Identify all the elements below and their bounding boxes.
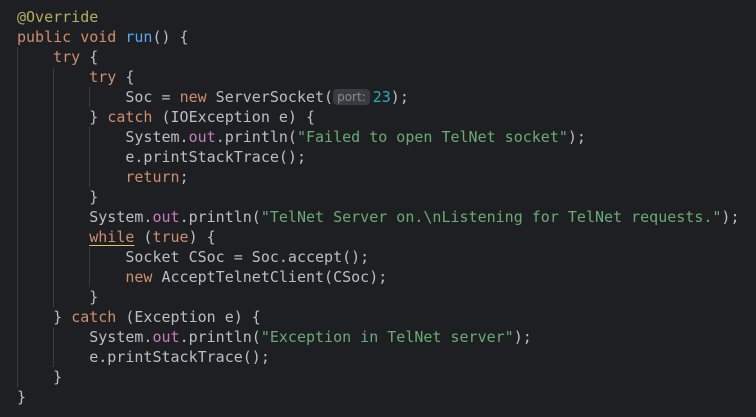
code-token: return bbox=[125, 168, 180, 186]
code-line[interactable]: try { bbox=[17, 67, 739, 87]
code-token: @Override bbox=[17, 8, 99, 26]
code-token: (IOException e) { bbox=[152, 108, 316, 126]
inlay-hint: port: bbox=[333, 89, 370, 105]
code-line[interactable]: System.out.println("TelNet Server on.\nL… bbox=[17, 207, 739, 227]
code-token: Soc = bbox=[17, 88, 180, 106]
code-token: System. bbox=[17, 208, 153, 226]
code-token: catch bbox=[107, 108, 153, 126]
code-token: AcceptTelnetClient(CSoc); bbox=[152, 268, 388, 286]
code-line[interactable]: public void run() { bbox=[17, 27, 739, 47]
code-token: ( bbox=[134, 228, 153, 246]
code-token: 23 bbox=[372, 88, 391, 106]
code-token: { bbox=[116, 68, 135, 86]
code-line[interactable]: new AcceptTelnetClient(CSoc); bbox=[17, 267, 739, 287]
code-token: () { bbox=[152, 28, 189, 46]
code-line[interactable]: System.out.println("Exception in TelNet … bbox=[17, 327, 739, 347]
code-line[interactable]: return; bbox=[17, 167, 739, 187]
code-token: new bbox=[179, 88, 207, 106]
code-line[interactable]: } catch (Exception e) { bbox=[17, 307, 739, 327]
code-token: .println( bbox=[215, 128, 297, 146]
code-token: ); bbox=[390, 88, 409, 106]
code-token: new bbox=[125, 268, 153, 286]
code-line[interactable]: System.out.println("Failed to open TelNe… bbox=[17, 127, 739, 147]
code-token: e.printStackTrace(); bbox=[17, 348, 270, 366]
code-token: run bbox=[125, 28, 153, 46]
code-line[interactable]: e.printStackTrace(); bbox=[17, 147, 739, 167]
code-token: true bbox=[152, 228, 189, 246]
code-editor[interactable]: @Override public void run() { try { try {… bbox=[0, 0, 756, 417]
code-token: try bbox=[89, 68, 117, 86]
code-line[interactable]: } bbox=[17, 287, 739, 307]
code-token: (Exception e) { bbox=[116, 308, 261, 326]
code-token: public bbox=[17, 28, 72, 46]
code-line[interactable]: } bbox=[17, 387, 739, 407]
code-token: } bbox=[17, 188, 99, 206]
code-line[interactable]: @Override bbox=[17, 7, 739, 27]
code-line[interactable]: Socket CSoc = Soc.accept(); bbox=[17, 247, 739, 267]
code-token: ) { bbox=[188, 228, 216, 246]
code-line[interactable]: } bbox=[17, 187, 739, 207]
code-token: out bbox=[152, 208, 180, 226]
code-token: ServerSocket( bbox=[206, 88, 334, 106]
code-token: } bbox=[17, 288, 99, 306]
code-token: out bbox=[188, 128, 216, 146]
code-token: ); bbox=[513, 328, 532, 346]
code-token: .println( bbox=[179, 328, 261, 346]
code-token: } bbox=[17, 308, 72, 326]
code-token: e.printStackTrace(); bbox=[17, 148, 306, 166]
code-token: } bbox=[17, 368, 63, 386]
code-token: } bbox=[17, 388, 27, 406]
code-token: Socket CSoc = Soc.accept(); bbox=[17, 248, 370, 266]
code-token: "TelNet Server on.\nListening for TelNet… bbox=[260, 208, 722, 226]
code-line[interactable]: e.printStackTrace(); bbox=[17, 347, 739, 367]
code-token: try bbox=[53, 48, 81, 66]
code-token: { bbox=[80, 48, 99, 66]
code-line[interactable]: } catch (IOException e) { bbox=[17, 107, 739, 127]
code-line[interactable]: try { bbox=[17, 47, 739, 67]
code-token: ; bbox=[179, 168, 189, 186]
code-line[interactable]: } bbox=[17, 367, 739, 387]
code-lines[interactable]: @Override public void run() { try { try {… bbox=[17, 7, 739, 407]
code-token: ); bbox=[567, 128, 586, 146]
code-token: while bbox=[89, 228, 135, 246]
code-token: out bbox=[152, 328, 180, 346]
code-token: System. bbox=[17, 128, 189, 146]
code-token: catch bbox=[71, 308, 117, 326]
code-token: System. bbox=[17, 328, 153, 346]
code-token: "Failed to open TelNet socket" bbox=[296, 128, 568, 146]
code-line[interactable]: while (true) { bbox=[17, 227, 739, 247]
code-token: "Exception in TelNet server" bbox=[260, 328, 514, 346]
code-token: } bbox=[17, 108, 108, 126]
code-token: .println( bbox=[179, 208, 261, 226]
code-line[interactable]: Soc = new ServerSocket(port: 23); bbox=[17, 87, 739, 107]
code-token: ); bbox=[721, 208, 740, 226]
code-token: void bbox=[80, 28, 117, 46]
